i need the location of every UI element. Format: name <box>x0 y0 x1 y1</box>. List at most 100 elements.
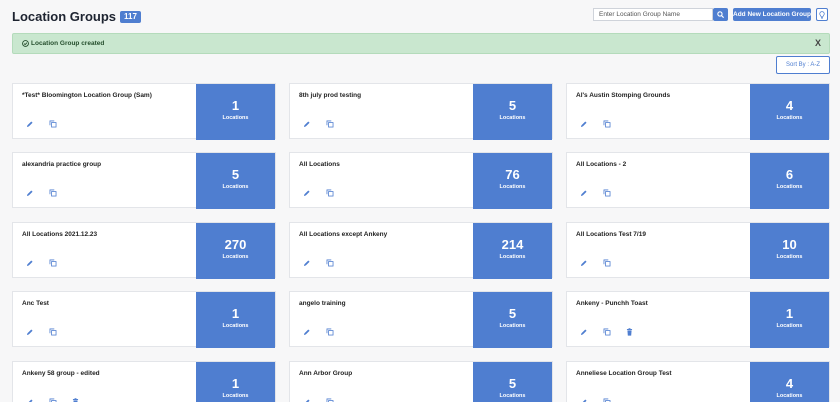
copy-icon[interactable] <box>48 327 57 336</box>
pencil-icon[interactable] <box>25 327 34 336</box>
copy-icon[interactable] <box>48 258 57 267</box>
location-group-name: Ankeny 58 group - edited <box>22 370 100 377</box>
copy-icon[interactable] <box>325 119 334 128</box>
location-count-box: 1 Locations <box>196 362 275 402</box>
pencil-icon[interactable] <box>579 397 588 402</box>
location-group-name: All Locations Test 7/19 <box>576 231 646 238</box>
success-alert: Location Group created X <box>12 33 830 54</box>
pencil-icon[interactable] <box>579 119 588 128</box>
locations-label: Locations <box>222 115 249 121</box>
location-group-name: angelo training <box>299 300 346 307</box>
locations-label: Locations <box>776 184 803 190</box>
copy-icon[interactable] <box>325 397 334 402</box>
count-badge: 117 <box>120 11 141 23</box>
pencil-icon[interactable] <box>25 397 34 402</box>
location-group-name: All Locations except Ankeny <box>299 231 388 238</box>
copy-icon[interactable] <box>602 397 611 402</box>
copy-icon[interactable] <box>325 258 334 267</box>
trash-icon[interactable] <box>625 327 634 336</box>
copy-icon[interactable] <box>325 327 334 336</box>
location-count-box: 5 Locations <box>473 292 552 348</box>
pencil-icon[interactable] <box>25 188 34 197</box>
copy-icon[interactable] <box>602 119 611 128</box>
location-group-card[interactable]: *Test* Bloomington Location Group (Sam) 1… <box>12 83 276 140</box>
pencil-icon[interactable] <box>579 327 588 336</box>
card-actions <box>579 258 611 267</box>
pencil-icon[interactable] <box>302 188 311 197</box>
location-group-name: Anc Test <box>22 300 49 307</box>
pencil-icon[interactable] <box>302 258 311 267</box>
location-count-box: 1 Locations <box>196 292 275 348</box>
locations-label: Locations <box>499 254 526 260</box>
location-count: 1 <box>231 376 240 391</box>
pencil-icon[interactable] <box>25 258 34 267</box>
location-group-card[interactable]: Anc Test 1 Locations <box>12 291 276 348</box>
location-count-box: 5 Locations <box>473 362 552 402</box>
location-group-card[interactable]: Ankeny 58 group - edited 1 Locations <box>12 361 276 402</box>
add-location-group-button[interactable]: Add New Location Group <box>733 8 811 21</box>
location-group-card[interactable]: Ankeny - Punchh Toast 1 Locations <box>566 291 830 348</box>
location-count-box: 1 Locations <box>750 292 829 348</box>
sort-button[interactable]: Sort By : A-Z <box>776 56 830 74</box>
location-group-card[interactable]: Al's Austin Stomping Grounds 4 Locations <box>566 83 830 140</box>
copy-icon[interactable] <box>602 327 611 336</box>
location-count-box: 76 Locations <box>473 153 552 209</box>
locations-label: Locations <box>776 254 803 260</box>
copy-icon[interactable] <box>48 188 57 197</box>
location-group-card[interactable]: Anneliese Location Group Test 4 Locations <box>566 361 830 402</box>
pencil-icon[interactable] <box>579 188 588 197</box>
location-group-card[interactable]: All Locations - 2 6 Locations <box>566 152 830 209</box>
locations-label: Locations <box>499 115 526 121</box>
location-count-box: 6 Locations <box>750 153 829 209</box>
card-actions <box>579 327 634 336</box>
card-actions <box>25 119 57 128</box>
locations-label: Locations <box>776 323 803 329</box>
location-group-card[interactable]: All Locations 76 Locations <box>289 152 553 209</box>
page-title-text: Location Groups <box>12 9 116 24</box>
locations-label: Locations <box>222 184 249 190</box>
card-actions <box>25 258 57 267</box>
search-input[interactable] <box>593 8 713 21</box>
card-actions <box>579 188 611 197</box>
pencil-icon[interactable] <box>302 397 311 402</box>
location-count: 4 <box>785 98 794 113</box>
search-icon <box>717 11 724 18</box>
alert-close-button[interactable]: X <box>815 38 821 48</box>
location-count: 76 <box>505 167 520 182</box>
location-count-box: 5 Locations <box>473 84 552 140</box>
location-group-card[interactable]: alexandria practice group 5 Locations <box>12 152 276 209</box>
location-count-box: 5 Locations <box>196 153 275 209</box>
locations-label: Locations <box>776 393 803 399</box>
location-group-card[interactable]: All Locations except Ankeny 214 Locations <box>289 222 553 279</box>
card-actions <box>579 397 611 402</box>
copy-icon[interactable] <box>602 188 611 197</box>
pencil-icon[interactable] <box>25 119 34 128</box>
location-group-card[interactable]: All Locations Test 7/19 10 Locations <box>566 222 830 279</box>
location-group-card[interactable]: Ann Arbor Group 5 Locations <box>289 361 553 402</box>
copy-icon[interactable] <box>325 188 334 197</box>
tips-button[interactable] <box>816 8 828 21</box>
check-circle-icon <box>22 40 29 47</box>
trash-icon[interactable] <box>71 397 80 402</box>
location-count: 214 <box>501 237 524 252</box>
search-button[interactable] <box>713 8 728 21</box>
location-group-card[interactable]: All Locations 2021.12.23 270 Locations <box>12 222 276 279</box>
location-group-name: 8th july prod testing <box>299 92 362 99</box>
location-group-card[interactable]: 8th july prod testing 5 Locations <box>289 83 553 140</box>
location-count: 6 <box>785 167 794 182</box>
location-group-card[interactable]: angelo training 5 Locations <box>289 291 553 348</box>
location-count: 5 <box>508 376 517 391</box>
location-count-box: 4 Locations <box>750 84 829 140</box>
copy-icon[interactable] <box>48 397 57 402</box>
location-count-box: 214 Locations <box>473 223 552 279</box>
card-actions <box>302 119 334 128</box>
pencil-icon[interactable] <box>302 119 311 128</box>
pencil-icon[interactable] <box>579 258 588 267</box>
copy-icon[interactable] <box>48 119 57 128</box>
page-title: Location Groups 117 <box>12 9 141 24</box>
copy-icon[interactable] <box>602 258 611 267</box>
card-actions <box>579 119 611 128</box>
pencil-icon[interactable] <box>302 327 311 336</box>
lightbulb-icon <box>819 10 825 19</box>
locations-label: Locations <box>499 184 526 190</box>
